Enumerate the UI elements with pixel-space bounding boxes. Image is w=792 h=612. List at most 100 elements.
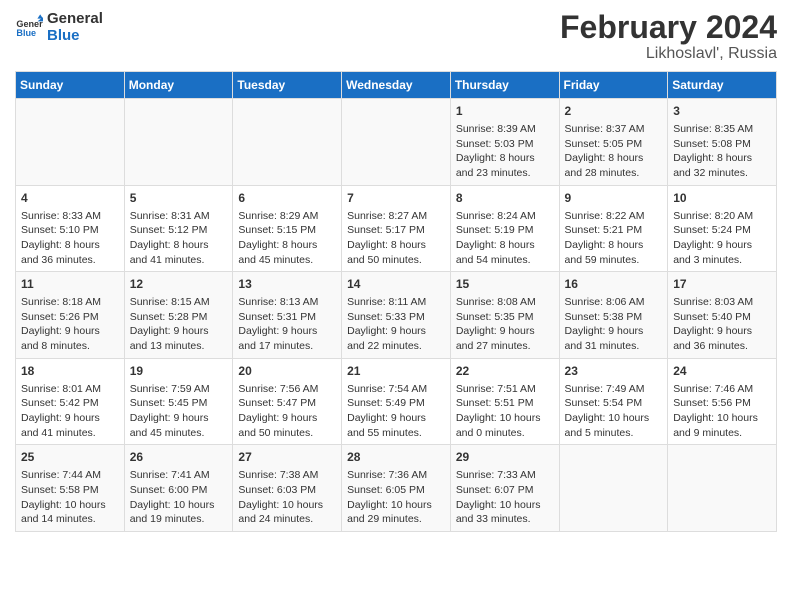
day-number: 2: [565, 103, 663, 120]
day-number: 24: [673, 363, 771, 380]
weekday-header-thursday: Thursday: [450, 72, 559, 99]
weekday-header-saturday: Saturday: [668, 72, 777, 99]
day-info: Sunrise: 7:38 AM Sunset: 6:03 PM Dayligh…: [238, 468, 336, 527]
calendar-week-row: 11Sunrise: 8:18 AM Sunset: 5:26 PM Dayli…: [16, 272, 777, 359]
calendar-cell: 10 Sunrise: 8:20 AM Sunset: 5:24 PM Dayli…: [668, 185, 777, 272]
day-info: Sunrise: 8:08 AM Sunset: 5:35 PM Dayligh…: [456, 295, 554, 354]
day-number: 3: [673, 103, 771, 120]
day-info: Sunrise: 8:06 AM Sunset: 5:38 PM Dayligh…: [565, 295, 663, 354]
day-info: Sunrise: 8:31 AM Sunset: 5:12 PM Dayligh…: [130, 209, 228, 268]
logo-line2: Blue: [47, 27, 103, 44]
day-info: Sunrise: 8:20 AM Sunset: 5:24 PM Dayligh…: [673, 209, 771, 268]
calendar-cell: 12Sunrise: 8:15 AM Sunset: 5:28 PM Dayli…: [124, 272, 233, 359]
calendar-cell: 27 Sunrise: 7:38 AM Sunset: 6:03 PM Dayli…: [233, 445, 342, 532]
day-info: Sunrise: 8:39 AM Sunset: 5:03 PM Dayligh…: [456, 122, 554, 181]
calendar-cell: 21 Sunrise: 7:54 AM Sunset: 5:49 PM Dayli…: [342, 358, 451, 445]
calendar-cell: 6 Sunrise: 8:29 AM Sunset: 5:15 PM Daylig…: [233, 185, 342, 272]
day-info: Sunrise: 8:27 AM Sunset: 5:17 PM Dayligh…: [347, 209, 445, 268]
calendar-week-row: 4 Sunrise: 8:33 AM Sunset: 5:10 PM Daylig…: [16, 185, 777, 272]
day-number: 17: [673, 276, 771, 293]
day-info: Sunrise: 7:46 AM Sunset: 5:56 PM Dayligh…: [673, 382, 771, 441]
day-info: Sunrise: 8:03 AM Sunset: 5:40 PM Dayligh…: [673, 295, 771, 354]
day-number: 18: [21, 363, 119, 380]
weekday-header-wednesday: Wednesday: [342, 72, 451, 99]
calendar-cell: 18 Sunrise: 8:01 AM Sunset: 5:42 PM Dayli…: [16, 358, 125, 445]
calendar-cell: 26Sunrise: 7:41 AM Sunset: 6:00 PM Dayli…: [124, 445, 233, 532]
calendar-cell: 3Sunrise: 8:35 AM Sunset: 5:08 PM Daylig…: [668, 99, 777, 186]
logo-line1: General: [47, 10, 103, 27]
weekday-header-monday: Monday: [124, 72, 233, 99]
calendar-cell: 8Sunrise: 8:24 AM Sunset: 5:19 PM Daylig…: [450, 185, 559, 272]
weekday-header-row: SundayMondayTuesdayWednesdayThursdayFrid…: [16, 72, 777, 99]
day-info: Sunrise: 7:36 AM Sunset: 6:05 PM Dayligh…: [347, 468, 445, 527]
calendar-cell: 14 Sunrise: 8:11 AM Sunset: 5:33 PM Dayli…: [342, 272, 451, 359]
calendar-cell: 17 Sunrise: 8:03 AM Sunset: 5:40 PM Dayli…: [668, 272, 777, 359]
day-info: Sunrise: 8:01 AM Sunset: 5:42 PM Dayligh…: [21, 382, 119, 441]
calendar-title: February 2024: [560, 10, 777, 45]
day-info: Sunrise: 7:56 AM Sunset: 5:47 PM Dayligh…: [238, 382, 336, 441]
day-number: 7: [347, 190, 445, 207]
logo: General Blue General Blue: [15, 10, 103, 44]
calendar-title-block: February 2024 Likhoslavl', Russia: [560, 10, 777, 63]
calendar-cell: 16 Sunrise: 8:06 AM Sunset: 5:38 PM Dayli…: [559, 272, 668, 359]
calendar-cell: 9 Sunrise: 8:22 AM Sunset: 5:21 PM Daylig…: [559, 185, 668, 272]
calendar-cell: 15 Sunrise: 8:08 AM Sunset: 5:35 PM Dayli…: [450, 272, 559, 359]
calendar-table: SundayMondayTuesdayWednesdayThursdayFrid…: [15, 71, 777, 532]
day-info: Sunrise: 8:33 AM Sunset: 5:10 PM Dayligh…: [21, 209, 119, 268]
day-number: 15: [456, 276, 554, 293]
calendar-cell: [342, 99, 451, 186]
calendar-cell: 20 Sunrise: 7:56 AM Sunset: 5:47 PM Dayli…: [233, 358, 342, 445]
day-info: Sunrise: 7:41 AM Sunset: 6:00 PM Dayligh…: [130, 468, 228, 527]
day-info: Sunrise: 7:59 AM Sunset: 5:45 PM Dayligh…: [130, 382, 228, 441]
calendar-cell: 28 Sunrise: 7:36 AM Sunset: 6:05 PM Dayli…: [342, 445, 451, 532]
day-number: 28: [347, 449, 445, 466]
calendar-week-row: 18 Sunrise: 8:01 AM Sunset: 5:42 PM Dayli…: [16, 358, 777, 445]
day-info: Sunrise: 7:54 AM Sunset: 5:49 PM Dayligh…: [347, 382, 445, 441]
calendar-cell: 2 Sunrise: 8:37 AM Sunset: 5:05 PM Daylig…: [559, 99, 668, 186]
page-header: General Blue General Blue February 2024 …: [15, 10, 777, 63]
calendar-cell: 29 Sunrise: 7:33 AM Sunset: 6:07 PM Dayli…: [450, 445, 559, 532]
calendar-cell: 1Sunrise: 8:39 AM Sunset: 5:03 PM Daylig…: [450, 99, 559, 186]
weekday-header-friday: Friday: [559, 72, 668, 99]
day-number: 23: [565, 363, 663, 380]
calendar-cell: 24 Sunrise: 7:46 AM Sunset: 5:56 PM Dayli…: [668, 358, 777, 445]
day-info: Sunrise: 8:13 AM Sunset: 5:31 PM Dayligh…: [238, 295, 336, 354]
day-number: 21: [347, 363, 445, 380]
calendar-cell: 23 Sunrise: 7:49 AM Sunset: 5:54 PM Dayli…: [559, 358, 668, 445]
day-number: 14: [347, 276, 445, 293]
day-number: 16: [565, 276, 663, 293]
day-info: Sunrise: 8:11 AM Sunset: 5:33 PM Dayligh…: [347, 295, 445, 354]
day-number: 25: [21, 449, 119, 466]
day-number: 10: [673, 190, 771, 207]
calendar-cell: [124, 99, 233, 186]
calendar-header: SundayMondayTuesdayWednesdayThursdayFrid…: [16, 72, 777, 99]
weekday-header-tuesday: Tuesday: [233, 72, 342, 99]
calendar-cell: 5Sunrise: 8:31 AM Sunset: 5:12 PM Daylig…: [124, 185, 233, 272]
day-info: Sunrise: 8:29 AM Sunset: 5:15 PM Dayligh…: [238, 209, 336, 268]
calendar-subtitle: Likhoslavl', Russia: [560, 45, 777, 63]
calendar-cell: 25 Sunrise: 7:44 AM Sunset: 5:58 PM Dayli…: [16, 445, 125, 532]
calendar-cell: [16, 99, 125, 186]
calendar-body: 1Sunrise: 8:39 AM Sunset: 5:03 PM Daylig…: [16, 99, 777, 532]
svg-text:Blue: Blue: [16, 28, 36, 38]
day-number: 13: [238, 276, 336, 293]
day-info: Sunrise: 8:22 AM Sunset: 5:21 PM Dayligh…: [565, 209, 663, 268]
day-number: 20: [238, 363, 336, 380]
logo-icon: General Blue: [15, 13, 43, 41]
day-number: 12: [130, 276, 228, 293]
calendar-cell: 4 Sunrise: 8:33 AM Sunset: 5:10 PM Daylig…: [16, 185, 125, 272]
day-info: Sunrise: 8:24 AM Sunset: 5:19 PM Dayligh…: [456, 209, 554, 268]
day-number: 29: [456, 449, 554, 466]
day-info: Sunrise: 7:51 AM Sunset: 5:51 PM Dayligh…: [456, 382, 554, 441]
day-info: Sunrise: 7:49 AM Sunset: 5:54 PM Dayligh…: [565, 382, 663, 441]
day-info: Sunrise: 8:18 AM Sunset: 5:26 PM Dayligh…: [21, 295, 119, 354]
day-number: 9: [565, 190, 663, 207]
day-info: Sunrise: 7:33 AM Sunset: 6:07 PM Dayligh…: [456, 468, 554, 527]
day-number: 4: [21, 190, 119, 207]
day-number: 22: [456, 363, 554, 380]
day-info: Sunrise: 7:44 AM Sunset: 5:58 PM Dayligh…: [21, 468, 119, 527]
day-number: 6: [238, 190, 336, 207]
day-info: Sunrise: 8:37 AM Sunset: 5:05 PM Dayligh…: [565, 122, 663, 181]
day-number: 27: [238, 449, 336, 466]
calendar-cell: 19Sunrise: 7:59 AM Sunset: 5:45 PM Dayli…: [124, 358, 233, 445]
